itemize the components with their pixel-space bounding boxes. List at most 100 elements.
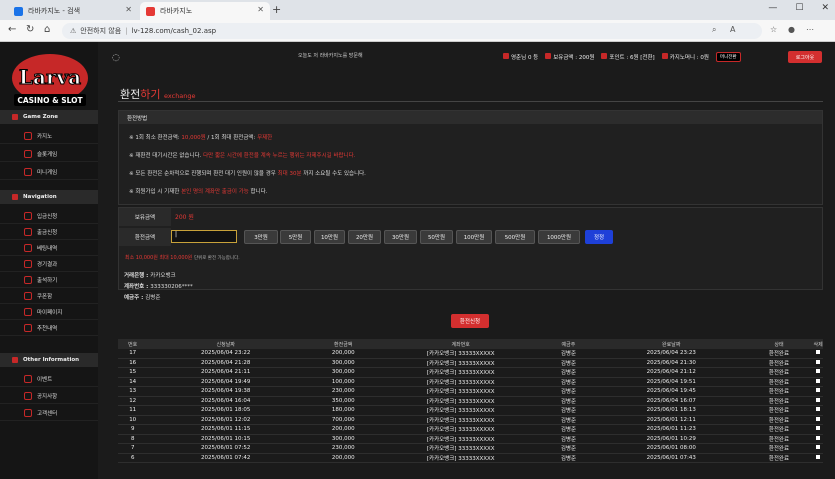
sidebar-item-results[interactable]: 경기결과: [0, 256, 98, 272]
support-icon: [24, 408, 32, 417]
amount-button-300k[interactable]: 30만원: [384, 230, 417, 244]
delete-checkbox[interactable]: [813, 454, 823, 461]
table-cell: 2025/06/04 19:45: [646, 388, 696, 395]
reset-button[interactable]: 정정: [585, 230, 613, 244]
browser-tab-search[interactable]: 라바카지노 - 검색 ✕: [8, 2, 138, 20]
table-row: 6 2025/06/01 07:42 200,000 [카카오뱅크] 33333XXX…: [118, 454, 823, 463]
holding-money: 보유금액 : 200원: [545, 53, 594, 61]
close-tab-icon[interactable]: ✕: [125, 5, 132, 14]
new-tab-icon[interactable]: +: [272, 3, 281, 16]
table-cell: 2025/06/04 21:11: [201, 369, 251, 376]
delete-checkbox[interactable]: [813, 407, 823, 413]
sidebar-item-deposit[interactable]: 입금신청: [0, 208, 98, 224]
table-cell: 김병준: [560, 389, 577, 396]
sidebar-item-slot[interactable]: 슬롯게임: [0, 146, 98, 162]
table-cell: 230,000: [331, 388, 355, 395]
attendance-icon: [24, 275, 32, 284]
amount-button-200k[interactable]: 20만원: [348, 230, 381, 244]
delete-checkbox[interactable]: [813, 359, 823, 366]
sidebar-item-withdraw[interactable]: 출금신청: [0, 224, 98, 240]
table-cell: 9: [130, 426, 135, 433]
results-icon: [24, 259, 32, 268]
home-icon[interactable]: ⌂: [44, 24, 50, 35]
minimize-icon[interactable]: —: [768, 3, 777, 13]
delete-checkbox[interactable]: [813, 369, 823, 375]
sidebar-item-mypage[interactable]: 마이페이지: [0, 304, 98, 320]
amount-input[interactable]: |: [171, 230, 237, 243]
table-cell: 환전완료: [768, 370, 790, 377]
amount-button-100k[interactable]: 10만원: [314, 230, 345, 244]
table-cell: 환전완료: [768, 389, 790, 396]
back-icon[interactable]: ←: [8, 24, 16, 35]
points[interactable]: 포인트 : 6원 [전환]: [601, 53, 655, 61]
sidebar-item-support[interactable]: 고객센터: [0, 405, 98, 421]
table-cell: 7: [130, 445, 135, 452]
zoom-icon[interactable]: ⌕: [712, 25, 716, 35]
delete-checkbox[interactable]: [813, 416, 823, 423]
sidebar-item-casino[interactable]: 카지노: [0, 128, 98, 144]
profile-icon[interactable]: ●: [788, 25, 795, 34]
browser-tab-active[interactable]: 라바카지노 ✕: [140, 2, 270, 20]
table-cell: 김병준: [560, 417, 577, 424]
table-cell: 김병준: [560, 360, 577, 367]
delete-checkbox[interactable]: [813, 397, 823, 404]
delete-checkbox[interactable]: [813, 445, 823, 451]
maximize-icon[interactable]: ☐: [795, 3, 803, 13]
sidebar-item-attendance[interactable]: 출석하기: [0, 272, 98, 288]
casino-money: 카지노머니 : 0원: [661, 53, 709, 61]
amount-button-500k[interactable]: 50만원: [420, 230, 453, 244]
table-cell: [카카오뱅크] 33333XXXXX: [426, 408, 495, 415]
section-other-info: Other Information: [0, 353, 98, 367]
table-cell: [카카오뱅크] 33333XXXXX: [426, 417, 495, 424]
money-convert-button[interactable]: 머니전환: [715, 52, 741, 62]
read-aloud-icon[interactable]: A: [730, 25, 735, 34]
delete-checkbox[interactable]: [813, 350, 823, 356]
sidebar-item-event[interactable]: 이벤트: [0, 371, 98, 387]
table-cell: 2025/06/01 12:11: [646, 416, 696, 423]
title-divider: [118, 101, 823, 102]
account-number: 계좌번호 : 333330206****: [124, 284, 193, 290]
sidebar-item-coupon[interactable]: 쿠폰함: [0, 288, 98, 304]
referral-icon: [24, 323, 32, 332]
submit-exchange-button[interactable]: 환전신청: [451, 314, 489, 328]
table-row: 17 2025/06/04 23:22 200,000 [카카오뱅크] 33333XX…: [118, 349, 823, 359]
table-cell: 230,000: [331, 445, 355, 452]
reload-icon[interactable]: ↻: [26, 24, 34, 35]
user-icon: [503, 53, 509, 59]
amount-button-30k[interactable]: 3만원: [244, 230, 278, 244]
delete-checkbox[interactable]: [813, 426, 823, 432]
amount-button-5m[interactable]: 500만원: [495, 230, 535, 244]
sidebar-item-mini[interactable]: 미니게임: [0, 164, 98, 180]
delete-checkbox[interactable]: [813, 435, 823, 442]
navigation-icon: [12, 194, 18, 200]
sidebar-item-bet-history[interactable]: 베팅내역: [0, 240, 98, 256]
amount-button-1m[interactable]: 100만원: [456, 230, 492, 244]
sidebar-item-notice[interactable]: 공지사항: [0, 388, 98, 404]
close-tab-icon[interactable]: ✕: [257, 5, 264, 14]
amount-button-50k[interactable]: 5만원: [280, 230, 311, 244]
table-cell: 환전완료: [768, 398, 790, 405]
bet-history-icon: [24, 243, 32, 252]
more-icon[interactable]: ⋯: [806, 25, 814, 34]
refresh-icon[interactable]: ◌: [112, 53, 120, 63]
exchange-history-table: 번호 신청날짜 환전금액 계좌번호 예금주 완료날짜 상태 삭제 17 2025/…: [118, 339, 823, 463]
table-cell: 17: [129, 350, 137, 357]
favorites-icon[interactable]: ☆: [770, 25, 777, 34]
logout-button[interactable]: 로그아웃: [788, 51, 822, 63]
exchange-form: 보유금액 200 원 환전금액 | 3만원 5만원 10만원 20만원 30만원…: [118, 207, 823, 290]
amount-button-10m[interactable]: 1000만원: [538, 230, 580, 244]
delete-checkbox[interactable]: [813, 388, 823, 394]
table-cell: 김병준: [560, 455, 577, 462]
larva-logo[interactable]: Larva CASINO & SLOT: [8, 50, 92, 110]
table-row: 12 2025/06/04 16:04 350,000 [카카오뱅크] 33333XX…: [118, 397, 823, 406]
table-cell: 2025/06/04 19:51: [646, 378, 696, 385]
table-cell: 300,000: [331, 435, 355, 442]
url-field[interactable]: ⚠ 안전하지 않음 | lv-128.com/cash_02.asp: [62, 23, 762, 39]
delete-checkbox[interactable]: [813, 378, 823, 385]
sidebar-item-referral[interactable]: 추천내역: [0, 320, 98, 336]
casino-icon: [24, 131, 32, 140]
table-cell: 200,000: [331, 350, 355, 357]
tab-title: 라바카지노 - 검색: [28, 7, 81, 15]
tab-title: 라바카지노: [160, 7, 193, 15]
window-close-icon[interactable]: ✕: [821, 3, 829, 13]
